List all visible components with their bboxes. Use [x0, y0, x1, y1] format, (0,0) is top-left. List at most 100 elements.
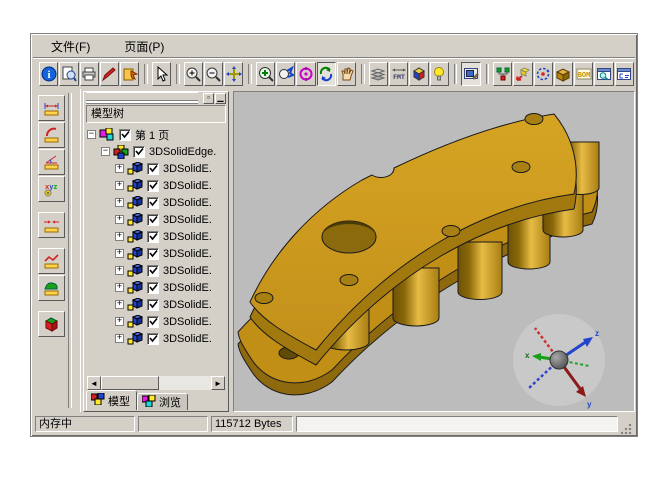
- expand-icon[interactable]: +: [115, 283, 124, 292]
- resize-grip[interactable]: [621, 422, 633, 434]
- annotate-button[interactable]: [100, 62, 119, 86]
- preview-window-button[interactable]: [594, 62, 613, 86]
- tree-label-part[interactable]: 3DSolidE.: [163, 299, 212, 311]
- page-checkbox[interactable]: [119, 129, 131, 141]
- assembly-tree-button[interactable]: [493, 62, 512, 86]
- expand-icon[interactable]: +: [115, 266, 124, 275]
- part-checkbox[interactable]: [147, 180, 159, 192]
- measure-coordinate-button[interactable]: xyz: [38, 176, 65, 202]
- measure-area-button[interactable]: [38, 275, 65, 301]
- expand-icon[interactable]: +: [115, 300, 124, 309]
- part-checkbox[interactable]: [147, 316, 159, 328]
- tree-label-part[interactable]: 3DSolidE.: [163, 180, 212, 192]
- tree-label-part[interactable]: 3DSolidE.: [163, 316, 212, 328]
- menu-page[interactable]: 页面(P): [120, 36, 168, 57]
- tree-label-part[interactable]: 3DSolidE.: [163, 231, 212, 243]
- solid-view-button[interactable]: [554, 62, 573, 86]
- layers-button[interactable]: [369, 62, 388, 86]
- tree-row-part[interactable]: + 3DSolidE.: [87, 313, 225, 330]
- tree-label-part[interactable]: 3DSolidE.: [163, 163, 212, 175]
- export-image-button[interactable]: [120, 62, 139, 86]
- expand-icon[interactable]: +: [115, 249, 124, 258]
- part-checkbox[interactable]: [147, 265, 159, 277]
- expand-icon[interactable]: +: [115, 181, 124, 190]
- tree-row-part[interactable]: + 3DSolidE.: [87, 228, 225, 245]
- print-preview-button[interactable]: [59, 62, 78, 86]
- collapse-icon[interactable]: −: [87, 130, 96, 139]
- panel-hide-button[interactable]: ▁: [215, 93, 226, 104]
- zoom-dynamic-button[interactable]: [276, 62, 295, 86]
- tree-row-part[interactable]: + 3DSolidE.: [87, 245, 225, 262]
- tree-row-part[interactable]: + 3DSolidE.: [87, 211, 225, 228]
- part-checkbox[interactable]: [147, 299, 159, 311]
- tree-row-part[interactable]: + 3DSolidE.: [87, 279, 225, 296]
- menu-file[interactable]: 文件(F): [47, 36, 94, 57]
- print-button[interactable]: [80, 62, 99, 86]
- measure-volume-button[interactable]: [38, 311, 65, 337]
- collapse-icon[interactable]: −: [101, 147, 110, 156]
- tree-label-part[interactable]: 3DSolidE.: [163, 333, 212, 345]
- measure-distance-button[interactable]: [38, 95, 65, 121]
- tree-label-part[interactable]: 3DSolidE.: [163, 282, 212, 294]
- expand-icon[interactable]: +: [115, 232, 124, 241]
- bom-button[interactable]: BOM: [574, 62, 593, 86]
- tree-horizontal-scrollbar[interactable]: ◄ ►: [87, 376, 225, 390]
- tree-label-part[interactable]: 3DSolidE.: [163, 248, 212, 260]
- scroll-right-button[interactable]: ►: [211, 376, 225, 390]
- scrollbar-track[interactable]: [101, 376, 211, 390]
- scrollbar-thumb[interactable]: [101, 376, 159, 390]
- tree-row-part[interactable]: + 3DSolidE.: [87, 330, 225, 347]
- tree-row-part[interactable]: + 3DSolidE.: [87, 177, 225, 194]
- move-part-button[interactable]: [513, 62, 532, 86]
- tree-label-part[interactable]: 3DSolidE.: [163, 197, 212, 209]
- tree-row-assembly[interactable]: − 3DSolidEdge.: [87, 143, 225, 160]
- zoom-window-button[interactable]: [256, 62, 275, 86]
- measure-polyline-button[interactable]: [38, 248, 65, 274]
- viewport-3d[interactable]: z y x: [233, 91, 635, 412]
- tree-row-part[interactable]: + 3DSolidE.: [87, 296, 225, 313]
- assembly-checkbox[interactable]: [133, 146, 145, 158]
- tree-row-part[interactable]: + 3DSolidE.: [87, 194, 225, 211]
- tree-label-page[interactable]: 第 1 页: [135, 127, 169, 143]
- part-checkbox[interactable]: [147, 248, 159, 260]
- part-checkbox[interactable]: [147, 197, 159, 209]
- light-button[interactable]: [430, 62, 449, 86]
- scroll-left-button[interactable]: ◄: [87, 376, 101, 390]
- panel-maximize-button[interactable]: ▫: [203, 93, 214, 104]
- part-checkbox[interactable]: [147, 333, 159, 345]
- view-rotate-button[interactable]: [317, 62, 336, 86]
- hand-pan-button[interactable]: [337, 62, 356, 86]
- zoom-out-button[interactable]: [204, 62, 223, 86]
- tree-row-part[interactable]: + 3DSolidE.: [87, 262, 225, 279]
- render-settings-button[interactable]: [461, 62, 480, 86]
- panel-drag-gripper[interactable]: [86, 92, 198, 101]
- part-checkbox[interactable]: [147, 163, 159, 175]
- select-cursor-button[interactable]: [152, 62, 171, 86]
- structure-list-button[interactable]: [615, 62, 634, 86]
- info-button[interactable]: i: [39, 62, 58, 86]
- tree-row-page[interactable]: − 第 1 页: [87, 126, 225, 143]
- tab-model[interactable]: 模型: [86, 390, 137, 410]
- zoom-in-button[interactable]: [184, 62, 203, 86]
- part-checkbox[interactable]: [147, 214, 159, 226]
- measure-gap-button[interactable]: [38, 212, 65, 238]
- expand-icon[interactable]: +: [115, 215, 124, 224]
- tree-row-part[interactable]: + 3DSolidE.: [87, 160, 225, 177]
- tab-browse[interactable]: 浏览: [137, 393, 188, 410]
- dimension-format-button[interactable]: FMT: [389, 62, 408, 86]
- part-checkbox[interactable]: [147, 231, 159, 243]
- pan-crosshair-button[interactable]: [224, 62, 243, 86]
- tree-label-part[interactable]: 3DSolidE.: [163, 265, 212, 277]
- tree-label-assembly[interactable]: 3DSolidEdge.: [149, 146, 216, 158]
- orbit-button[interactable]: [296, 62, 315, 86]
- spin-view-button[interactable]: [534, 62, 553, 86]
- view-cube-button[interactable]: [409, 62, 428, 86]
- expand-icon[interactable]: +: [115, 317, 124, 326]
- measure-angle-button[interactable]: [38, 149, 65, 175]
- part-checkbox[interactable]: [147, 282, 159, 294]
- measure-radius-button[interactable]: [38, 122, 65, 148]
- expand-icon[interactable]: +: [115, 334, 124, 343]
- expand-icon[interactable]: +: [115, 164, 124, 173]
- tree-label-part[interactable]: 3DSolidE.: [163, 214, 212, 226]
- expand-icon[interactable]: +: [115, 198, 124, 207]
